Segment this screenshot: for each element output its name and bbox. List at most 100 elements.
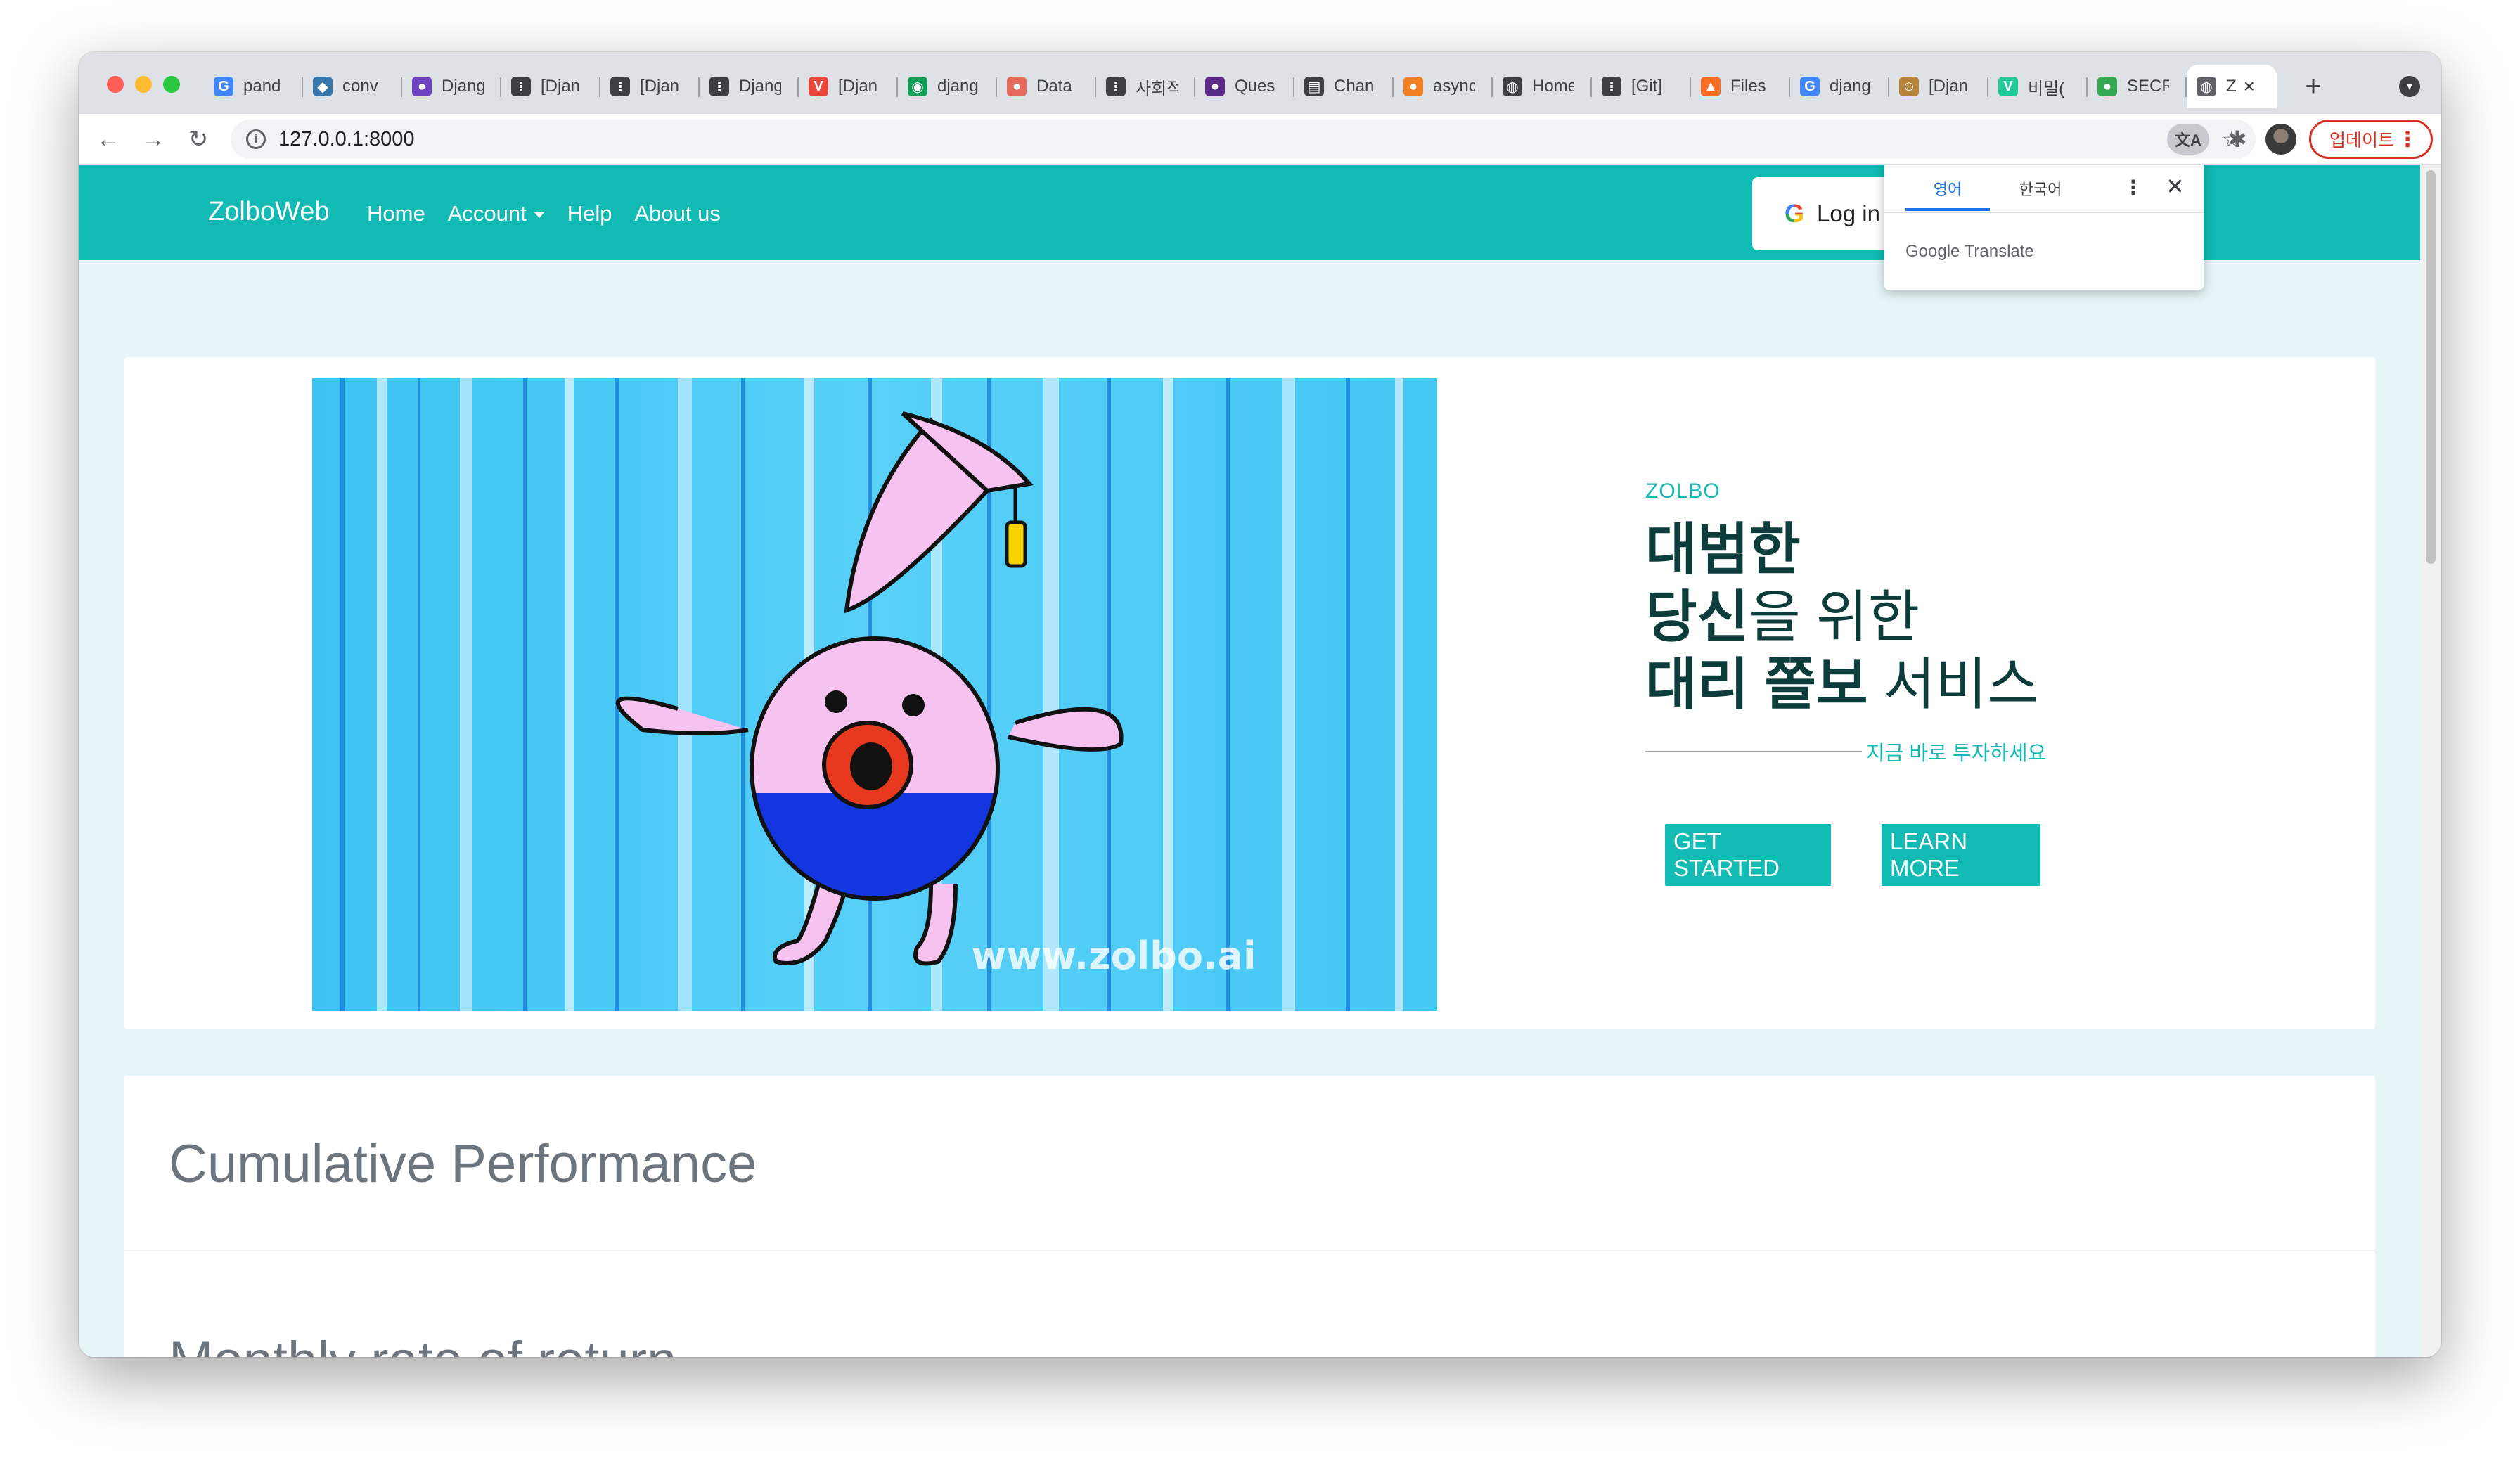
nav-links: Home Account Help About us bbox=[367, 201, 721, 226]
tab-search-icon[interactable]: ▾ bbox=[2399, 76, 2420, 97]
translate-tab-indicator bbox=[1905, 208, 1990, 211]
nav-help[interactable]: Help bbox=[567, 201, 612, 226]
browser-tab[interactable]: V 비밀( bbox=[1988, 65, 2088, 108]
translate-popup: 영어 한국어 ⋮ ✕ Google Translate bbox=[1884, 165, 2204, 290]
browser-tab[interactable]: ⁝ [Djan bbox=[600, 65, 700, 108]
stackoverflow-icon: ◉ bbox=[908, 77, 927, 96]
browser-tab[interactable]: ▤ Chan bbox=[1294, 65, 1394, 108]
tab-title: [Git] bbox=[1631, 77, 1663, 96]
site-info-icon[interactable]: i bbox=[246, 129, 266, 149]
browser-tab[interactable]: V [Djan bbox=[799, 65, 898, 108]
page-viewport: ZolboWeb Home Account Help About us G Lo… bbox=[79, 165, 2441, 1357]
browser-tab[interactable]: Gdjang bbox=[1790, 65, 1889, 108]
tab-list: Gpand ◆ conv ● Djang ⁝ [Djan ⁝ [Djan ⁝ Djang V [Djan… bbox=[204, 65, 2333, 108]
close-icon[interactable]: ✕ bbox=[2166, 173, 2185, 200]
browser-tab[interactable]: ● async bbox=[1394, 65, 1493, 108]
google-g-icon: G bbox=[1785, 199, 1805, 228]
browser-tab[interactable]: ◆ conv bbox=[303, 65, 402, 108]
velog-dots-icon: ⁝ bbox=[1106, 77, 1126, 96]
tab-title: [Djan bbox=[838, 77, 878, 96]
learn-more-button[interactable]: LEARN MORE bbox=[1882, 824, 2040, 886]
site-brand[interactable]: ZolboWeb bbox=[208, 197, 330, 227]
extensions-puzzle-icon[interactable]: ✱ bbox=[2222, 124, 2253, 155]
card-divider bbox=[124, 1250, 2375, 1251]
headline-line3-rest: 서비스 bbox=[1868, 653, 2039, 716]
tab-title: conv bbox=[342, 77, 378, 96]
monthly-return-title: Monthly rate of return bbox=[169, 1330, 676, 1357]
tab-title: Home bbox=[1532, 77, 1574, 96]
velog-dots-icon: ⁝ bbox=[511, 77, 531, 96]
browser-toolbar: ← → ↻ i 127.0.0.1:8000 文A ☆ ✱ 업데이트 ⋮ bbox=[79, 114, 2441, 165]
tab-title: 비밀( bbox=[2028, 79, 2065, 98]
globe-icon: ◍ bbox=[1503, 77, 1522, 96]
tab-title: [Djan bbox=[1929, 77, 1969, 96]
close-window-button[interactable] bbox=[107, 76, 124, 93]
browser-window: Gpand ◆ conv ● Djang ⁝ [Djan ⁝ [Djan ⁝ Djang V [Djan… bbox=[79, 52, 2441, 1357]
hero-headline: 대범한 당신을 위한 대리 쫄보 서비스 bbox=[1645, 516, 2138, 719]
nav-home[interactable]: Home bbox=[367, 201, 425, 226]
browser-tab[interactable]: ◍ Home bbox=[1493, 65, 1592, 108]
performance-card: Cumulative Performance Monthly rate of r… bbox=[124, 1076, 2375, 1357]
translate-tab-english[interactable]: 영어 bbox=[1905, 177, 1990, 200]
browser-tab[interactable]: ● Djang bbox=[402, 65, 501, 108]
translate-brand: Google Translate bbox=[1905, 242, 2034, 261]
headline-line2-rest: 을 위한 bbox=[1749, 586, 1920, 648]
tab-title: Files bbox=[1730, 77, 1766, 96]
profile-avatar[interactable] bbox=[2265, 124, 2296, 155]
browser-tab[interactable]: ▲ Files bbox=[1691, 65, 1790, 108]
tab-title: async bbox=[1433, 77, 1475, 96]
scrollbar-thumb[interactable] bbox=[2426, 170, 2436, 564]
translate-icon[interactable]: 文A bbox=[2167, 124, 2209, 155]
browser-tab[interactable]: ⁝ Djang bbox=[700, 65, 799, 108]
update-label: 업데이트 bbox=[2329, 131, 2395, 150]
image-watermark: www.zolbo.ai bbox=[972, 934, 1256, 978]
url-text: 127.0.0.1:8000 bbox=[278, 128, 415, 150]
subline-text: 지금 바로 투자하세요 bbox=[1866, 742, 2047, 765]
gitlab-icon: ▲ bbox=[1701, 77, 1721, 96]
browser-tab[interactable]: ⁝ [Djan bbox=[501, 65, 600, 108]
nav-account-dropdown[interactable]: Account bbox=[448, 201, 545, 226]
nav-about[interactable]: About us bbox=[634, 201, 720, 226]
tab-title: Data bbox=[1036, 77, 1072, 96]
browser-tab[interactable]: ◉ djang bbox=[898, 65, 997, 108]
generic-site-icon: ● bbox=[412, 77, 432, 96]
document-icon: ▤ bbox=[1304, 77, 1324, 96]
hero-subline: 지금 바로 투자하세요 bbox=[1645, 737, 2138, 766]
page-scrollbar[interactable] bbox=[2420, 165, 2441, 1357]
hero-image: www.zolbo.ai bbox=[312, 378, 1437, 1011]
translate-divider bbox=[1884, 212, 2204, 213]
tab-title: SECR bbox=[2127, 77, 2169, 96]
python-icon: ◆ bbox=[313, 77, 333, 96]
back-arrow-icon[interactable]: ← bbox=[93, 124, 124, 155]
browser-tab[interactable]: ● SECR bbox=[2088, 65, 2187, 108]
browser-tab[interactable]: Gpand bbox=[204, 65, 303, 108]
update-button[interactable]: 업데이트 ⋮ bbox=[2309, 120, 2433, 159]
minimize-window-button[interactable] bbox=[135, 76, 152, 93]
browser-tab[interactable]: ☺ [Djan bbox=[1889, 65, 1988, 108]
close-tab-icon[interactable]: × bbox=[2244, 75, 2255, 98]
browser-tab[interactable]: ⁝ 사회적 bbox=[1096, 65, 1195, 108]
new-tab-button[interactable]: + bbox=[2294, 67, 2333, 106]
browser-tab[interactable]: ● Ques bbox=[1195, 65, 1294, 108]
tab-title: Ques bbox=[1235, 77, 1275, 96]
forward-arrow-icon[interactable]: → bbox=[138, 124, 169, 155]
tab-title: [Djan bbox=[640, 77, 680, 96]
tab-title: djang bbox=[937, 77, 979, 96]
headline-line3-bold: 대리 쫄보 bbox=[1645, 653, 1868, 716]
browser-tab-active[interactable]: ◍ Z × bbox=[2187, 65, 2277, 108]
translate-tab-korean[interactable]: 한국어 bbox=[1998, 177, 2083, 200]
caret-down-icon bbox=[533, 212, 545, 219]
tab-title: Djang bbox=[442, 77, 484, 96]
velog-dots-icon: ⁝ bbox=[1602, 77, 1621, 96]
maximize-window-button[interactable] bbox=[163, 76, 180, 93]
browser-tab[interactable]: ⁝ [Git] bbox=[1592, 65, 1691, 108]
browser-tab[interactable]: ● Data bbox=[997, 65, 1096, 108]
get-started-button[interactable]: GET STARTED bbox=[1665, 824, 1831, 886]
v-logo-icon: V bbox=[809, 77, 828, 96]
reload-icon[interactable]: ↻ bbox=[183, 124, 214, 155]
velog-dots-icon: ⁝ bbox=[709, 77, 729, 96]
tab-title: Chan bbox=[1334, 77, 1375, 96]
generic-site-icon: ● bbox=[1007, 77, 1027, 96]
more-vert-icon[interactable]: ⋮ bbox=[2123, 176, 2143, 199]
address-bar[interactable]: i 127.0.0.1:8000 文A ☆ bbox=[231, 120, 2256, 159]
